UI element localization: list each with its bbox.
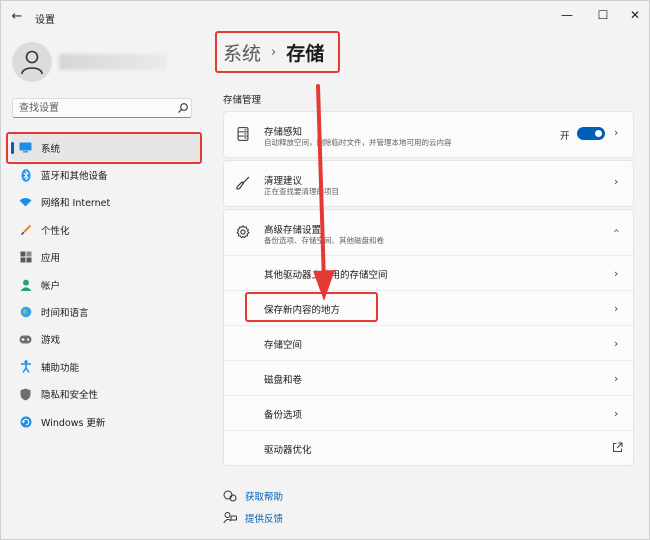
avatar[interactable] [12,42,52,82]
storage-sense-desc: 自动释放空间，删除临时文件，并管理本地可用的云内容 [264,138,452,147]
close-button[interactable]: ✕ [621,5,649,25]
advanced-item-label: 磁盘和卷 [264,375,303,386]
sidebar-item-network[interactable]: 网络和 Internet [11,189,201,216]
gamepad-icon [19,333,32,346]
cleanup-desc: 正在查找要清理的项目 [264,187,339,196]
sidebar-nav: 系统 蓝牙和其他设备 网络和 Internet 个性化 应用 帐户 时间和语言 … [11,134,201,435]
advanced-item-label: 存储空间 [264,340,303,351]
back-button[interactable]: ← [9,9,25,25]
chevron-up-icon[interactable]: › [610,228,623,232]
advanced-item-drive-optimization[interactable]: 驱动器优化 [224,430,633,465]
account-icon [19,278,32,291]
minimize-button[interactable]: — [553,5,581,25]
sidebar-item-label: 个性化 [41,225,70,237]
sidebar-item-label: 隐私和安全性 [41,390,99,402]
advanced-item-backup[interactable]: 备份选项 › [224,395,633,430]
sidebar-item-privacy[interactable]: 隐私和安全性 [11,381,201,408]
get-help-link[interactable]: 获取帮助 [223,489,283,503]
wifi-icon [19,196,32,209]
chevron-right-icon: › [614,302,619,315]
highlight-system-box [6,132,202,164]
sidebar-item-accounts[interactable]: 帐户 [11,271,201,298]
shield-icon [19,388,32,401]
chevron-right-icon[interactable]: › [614,175,618,188]
sidebar-item-gaming[interactable]: 游戏 [11,326,201,353]
search-icon[interactable] [177,102,189,114]
sidebar-item-label: 帐户 [41,280,61,292]
search-box[interactable] [12,98,192,118]
sidebar-item-label: 时间和语言 [41,308,89,320]
advanced-item-other-drives[interactable]: 其他驱动器上使用的存储空间 › [224,255,633,290]
sidebar-item-accessibility[interactable]: 辅助功能 [11,353,201,380]
highlight-save-location-box [245,292,378,322]
app-title: 设置 [35,15,55,26]
storage-sense-title: 存储感知 [264,127,303,138]
advanced-item-disks-volumes[interactable]: 磁盘和卷 › [224,360,633,395]
search-input[interactable] [19,101,169,115]
advanced-storage-desc: 备份选项、存储空间、其他磁盘和卷 [264,236,384,245]
storage-sense-toggle[interactable] [577,127,605,140]
toggle-state-label: 开 [560,131,570,142]
user-name-blurred [59,54,167,70]
advanced-storage-title: 高级存储设置 [264,225,322,236]
advanced-item-label: 其他驱动器上使用的存储空间 [264,270,388,281]
sidebar-item-apps[interactable]: 应用 [11,244,201,271]
external-link-icon [613,442,623,452]
sidebar-item-windows-update[interactable]: Windows 更新 [11,408,201,435]
cleanup-card[interactable]: 清理建议 正在查找要清理的项目 › [223,160,634,207]
advanced-item-label: 备份选项 [264,410,303,421]
get-help-label: 获取帮助 [245,492,284,503]
cleanup-title: 清理建议 [264,176,303,187]
sidebar-item-personalization[interactable]: 个性化 [11,216,201,243]
storage-sense-card[interactable]: 存储感知 自动释放空间，删除临时文件，并管理本地可用的云内容 开 › [223,111,634,158]
sidebar-item-label: Windows 更新 [41,417,106,429]
sidebar-item-label: 网络和 Internet [41,198,111,210]
storage-drive-icon [237,127,249,141]
sidebar-item-label: 蓝牙和其他设备 [41,171,108,183]
title-bar: ← 设置 — ☐ ✕ [1,1,649,33]
sidebar-item-bluetooth[interactable]: 蓝牙和其他设备 [11,161,201,188]
sidebar-item-label: 辅助功能 [41,362,80,374]
highlight-breadcrumb-box [215,31,340,73]
gear-icon [236,225,250,239]
chevron-right-icon: › [614,267,619,280]
advanced-storage-card: 高级存储设置 备份选项、存储空间、其他磁盘和卷 › 其他驱动器上使用的存储空间 … [223,209,634,466]
bluetooth-icon [19,168,32,182]
maximize-button[interactable]: ☐ [589,5,617,25]
apps-icon [19,251,32,264]
sidebar-item-label: 应用 [41,253,61,265]
broom-icon [236,176,250,190]
accessibility-icon [19,360,32,374]
globe-icon [19,306,32,319]
update-icon [19,415,32,428]
advanced-item-label: 驱动器优化 [264,445,312,456]
sidebar-item-label: 游戏 [41,335,61,347]
feedback-label: 提供反馈 [245,514,284,525]
advanced-item-storage-spaces[interactable]: 存储空间 › [224,325,633,360]
feedback-link[interactable]: 提供反馈 [223,511,283,525]
sidebar-item-time-language[interactable]: 时间和语言 [11,298,201,325]
feedback-icon [223,511,237,525]
settings-window: ← 设置 — ☐ ✕ 系统 蓝牙和其他设备 [0,0,650,540]
chevron-right-icon[interactable]: › [614,126,618,139]
user-icon [21,50,43,75]
brush-icon [19,223,32,236]
help-icon [223,489,237,503]
advanced-storage-header[interactable]: 高级存储设置 备份选项、存储空间、其他磁盘和卷 › [224,210,633,255]
section-title: 存储管理 [223,95,262,106]
chevron-right-icon: › [614,407,619,420]
chevron-right-icon: › [614,372,619,385]
chevron-right-icon: › [614,337,619,350]
